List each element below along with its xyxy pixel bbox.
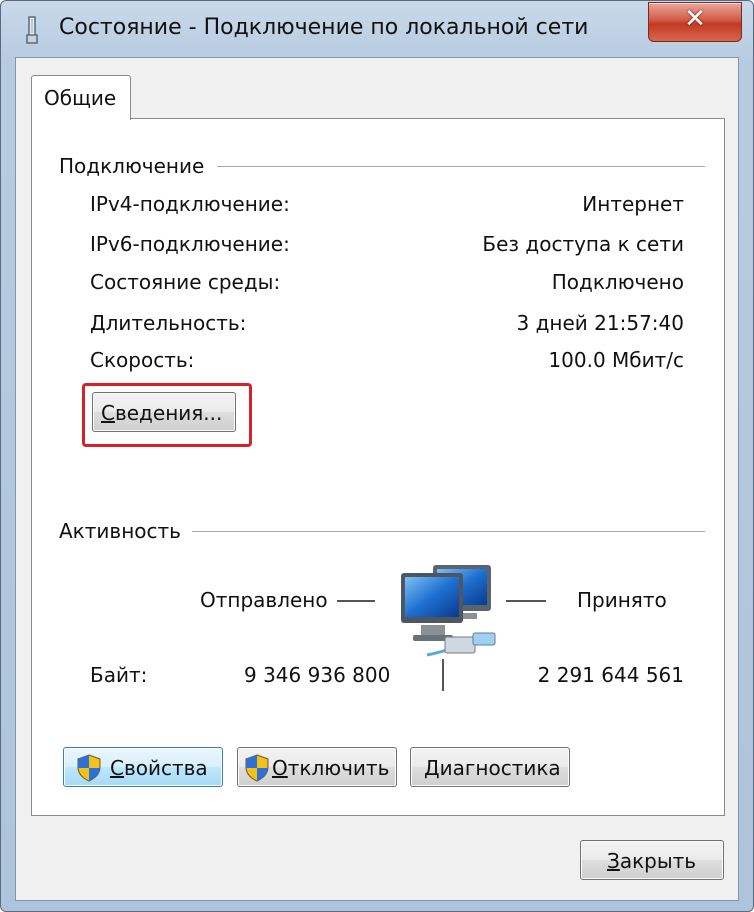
duration-value: 3 дней 21:57:40 <box>516 311 684 335</box>
title-bar[interactable]: Состояние - Подключение по локальной сет… <box>1 1 753 57</box>
disable-button-label: Отключить <box>272 756 390 780</box>
details-button-label: Сведения... <box>101 401 223 425</box>
properties-button-label: Свойства <box>110 756 208 780</box>
bytes-label: Байт: <box>90 663 148 687</box>
disable-button[interactable]: Отключить <box>237 747 397 787</box>
tab-general[interactable]: Общие <box>31 75 131 120</box>
dialog-client-area: Общие Подключение IPv4-подключение: Инте… <box>15 57 739 901</box>
close-icon: ✕ <box>684 4 706 34</box>
ipv4-value: Интернет <box>582 192 684 216</box>
sent-label: Отправлено <box>200 588 328 612</box>
media-state-label: Состояние среды: <box>90 270 281 294</box>
activity-group-title: Активность <box>59 519 181 543</box>
received-label: Принято <box>577 588 667 612</box>
speed-label: Скорость: <box>90 348 195 372</box>
ipv6-label: IPv6-подключение: <box>90 232 290 256</box>
media-state-value: Подключено <box>551 270 684 294</box>
ipv6-value: Без доступа к сети <box>482 232 684 256</box>
network-adapter-icon <box>26 16 38 44</box>
dialog-window: Состояние - Подключение по локальной сет… <box>0 0 754 912</box>
bytes-separator <box>442 659 444 691</box>
ipv4-label: IPv4-подключение: <box>90 192 290 216</box>
connection-group-title: Подключение <box>59 154 205 178</box>
bytes-sent-value: 9 346 936 800 <box>244 663 391 687</box>
tab-general-label: Общие <box>44 86 117 110</box>
activity-group-divider <box>192 531 705 532</box>
speed-value: 100.0 Мбит/с <box>548 348 684 372</box>
sent-connector-line <box>337 600 375 602</box>
uac-shield-icon <box>77 754 101 782</box>
window-title: Состояние - Подключение по локальной сет… <box>59 15 589 40</box>
close-dialog-button[interactable]: Закрыть <box>580 840 724 880</box>
diagnose-button[interactable]: Диагностика <box>410 747 570 787</box>
close-window-button[interactable]: ✕ <box>648 2 742 42</box>
diagnose-button-label: Диагностика <box>424 756 561 780</box>
tab-panel-general: Подключение IPv4-подключение: Интернет I… <box>31 118 725 816</box>
details-button[interactable]: Сведения... <box>92 392 236 432</box>
uac-shield-icon <box>245 754 269 782</box>
close-dialog-button-label: Закрыть <box>607 849 697 873</box>
properties-button[interactable]: Свойства <box>63 747 223 787</box>
connection-group-divider <box>217 166 705 167</box>
network-computers-icon <box>401 565 496 657</box>
duration-label: Длительность: <box>90 311 247 335</box>
bytes-received-value: 2 291 644 561 <box>537 663 684 687</box>
